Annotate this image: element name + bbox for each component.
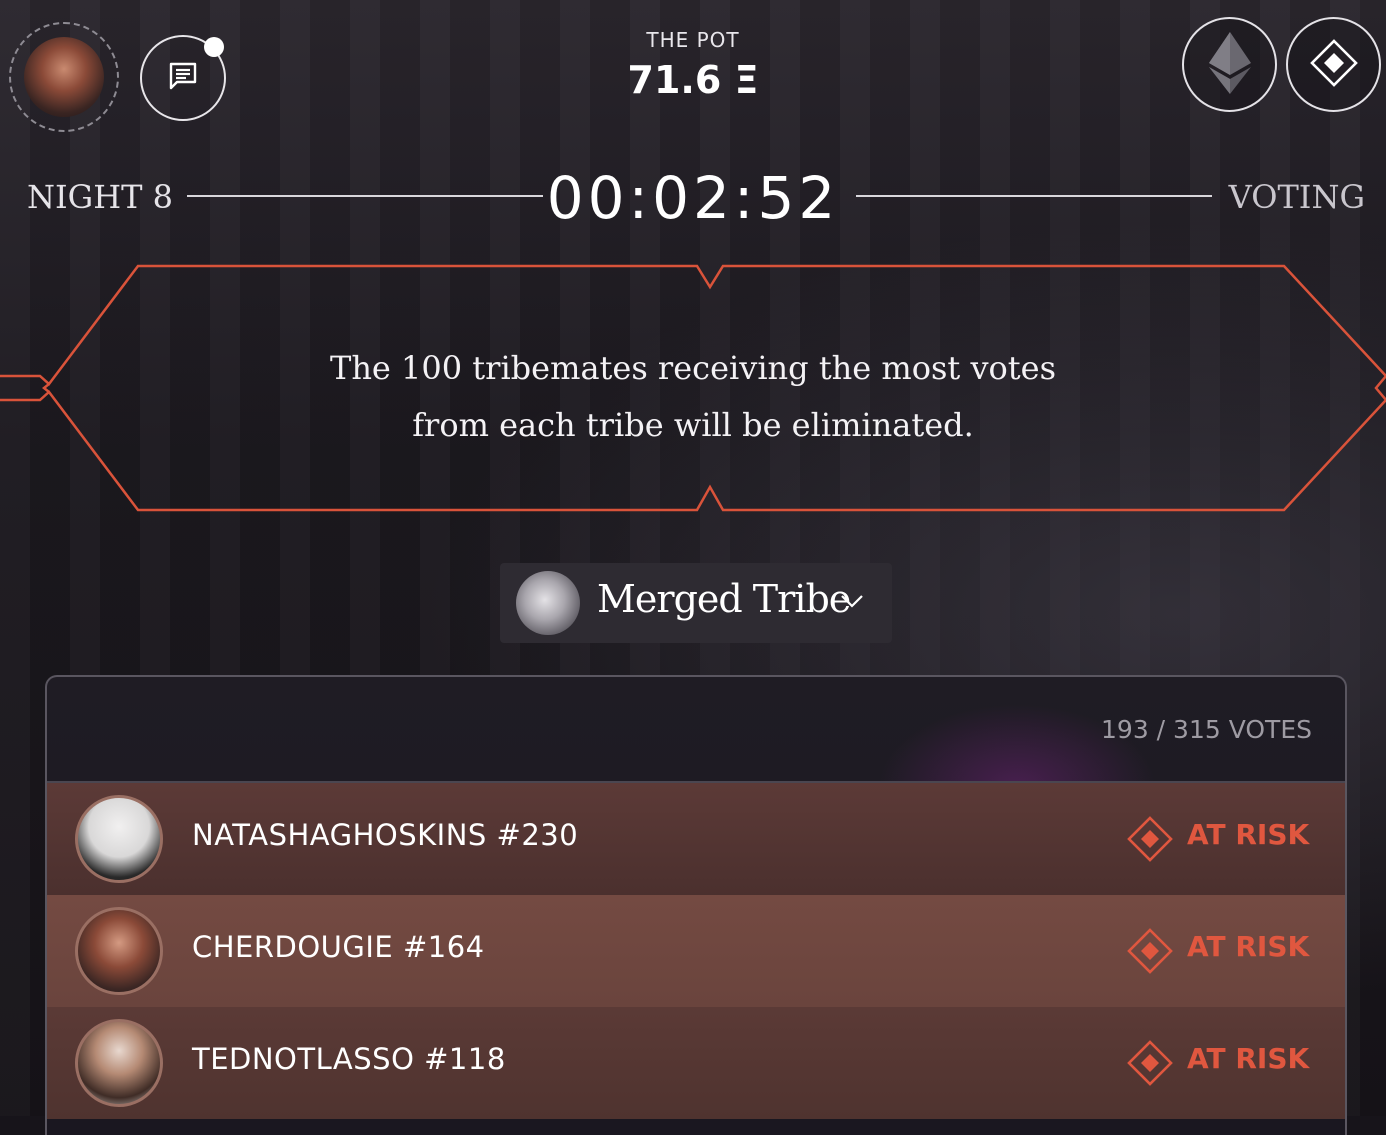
avatar [75,795,163,883]
tribe-icon [516,571,580,635]
pot-value: 71.6 Ξ [627,58,759,102]
candidate-name: CHERDOUGIE #164 [192,930,485,964]
chevron-down-icon [840,593,864,613]
at-risk-icon [1127,928,1173,978]
candidate-row[interactable]: NATASHAGHOSKINS #230 AT RISK [47,783,1345,895]
banner-message: The 100 tribemates receiving the most vo… [329,349,1057,444]
diamond-button[interactable] [1286,17,1381,112]
tribe-name: Merged Tribe [597,577,851,621]
divider-right [856,195,1212,197]
status-badge: AT RISK [1187,930,1310,963]
candidate-name: NATASHAGHOSKINS #230 [192,818,579,852]
ethereum-icon [1207,30,1253,100]
status-badge: AT RISK [1187,818,1310,851]
candidate-row[interactable]: TEDNOTLASSO #118 AT RISK [47,1007,1345,1119]
avatar [75,1019,163,1107]
voting-panel: 193 / 315 VOTES NATASHAGHOSKINS #230 AT … [45,675,1347,1135]
tribe-selector[interactable]: Merged Tribe [500,563,892,643]
candidate-row[interactable]: CHERDOUGIE #164 AT RISK [47,895,1345,1007]
countdown-timer: 00:02:52 [546,164,840,232]
at-risk-icon [1127,816,1173,866]
at-risk-icon [1127,1040,1173,1090]
elimination-banner: The 100 tribemates receiving the most vo… [0,262,1386,514]
round-status: NIGHT 8 00:02:52 VOTING [0,160,1386,240]
votes-count: 193 / 315 VOTES [1101,715,1312,744]
ethereum-button[interactable] [1182,17,1277,112]
status-badge: AT RISK [1187,1042,1310,1075]
top-bar: THE POT 71.6 Ξ [0,0,1386,132]
candidate-name: TEDNOTLASSO #118 [192,1042,506,1076]
phase-label: VOTING [1228,178,1365,216]
avatar [75,907,163,995]
pot-label: THE POT [646,28,740,52]
diamond-icon [1309,38,1359,92]
